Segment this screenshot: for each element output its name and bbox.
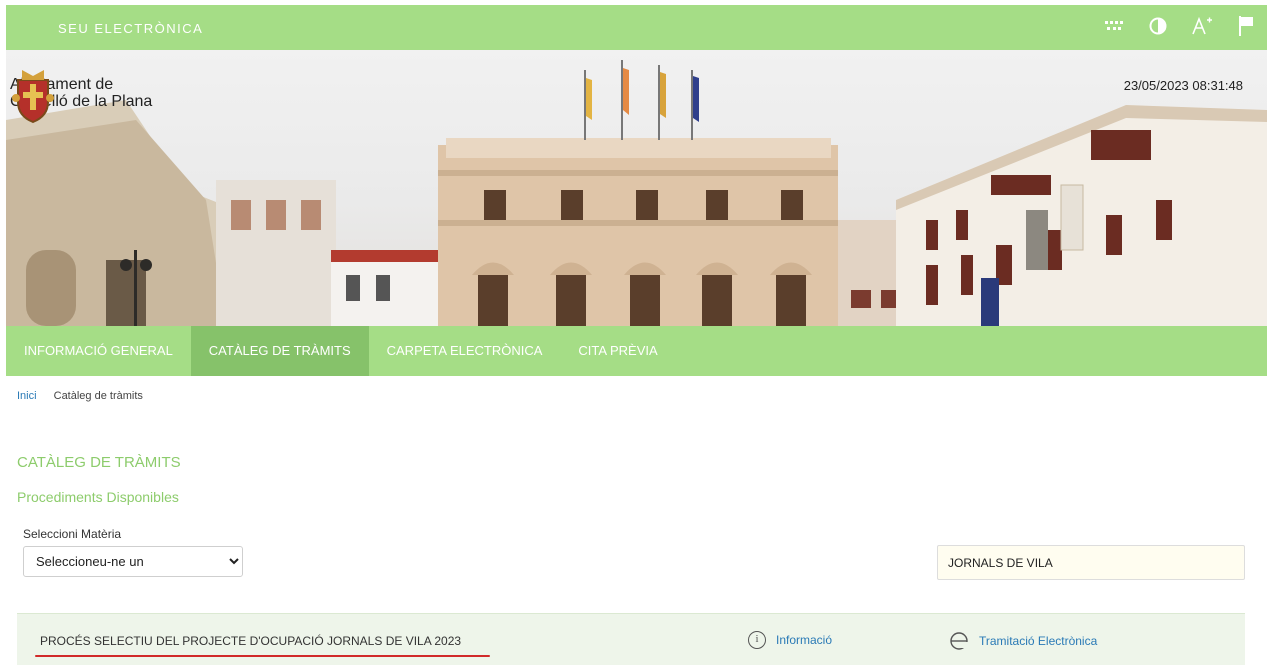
site-brand[interactable]: SEU ELECTRÒNICA [58, 21, 203, 36]
page-subtitle: Procediments Disponibles [17, 489, 179, 505]
date-time: 23/05/2023 08:31:48 [1123, 78, 1243, 93]
electronic-processing-label: Tramitació Electrònica [979, 634, 1098, 648]
nav-item-informacio-general[interactable]: INFORMACIÓ GENERAL [6, 326, 191, 376]
info-label: Informació [776, 633, 833, 647]
info-icon: i [748, 631, 766, 649]
breadcrumb-current: Catàleg de tràmits [53, 390, 143, 402]
top-bar: SEU ELECTRÒNICA [6, 5, 1267, 50]
flag-icon[interactable] [1233, 13, 1259, 39]
highlight-underline [35, 655, 490, 657]
council-logo[interactable]: Ajuntament de Castelló de la Plana [10, 68, 152, 124]
breadcrumb-home-link[interactable]: Inici [17, 390, 37, 402]
e-symbol-icon [950, 632, 968, 650]
procedure-title[interactable]: PROCÉS SELECTIU DEL PROJECTE D'OCUPACIÓ … [40, 634, 461, 648]
nav-item-cataleg-de-tramits[interactable]: CATÀLEG DE TRÀMITS [190, 326, 369, 376]
subject-select[interactable]: Seleccioneu-ne un [23, 546, 243, 577]
subject-select-label: Seleccioni Matèria [23, 527, 122, 541]
info-link[interactable]: i Informació [748, 631, 832, 649]
city-hall-illustration [6, 60, 1267, 326]
procedure-row: PROCÉS SELECTIU DEL PROJECTE D'OCUPACIÓ … [17, 613, 1245, 665]
electronic-processing-link[interactable]: Tramitació Electrònica [949, 631, 1097, 651]
accessibility-tools [1101, 13, 1259, 39]
hero-banner: Ajuntament de Castelló de la Plana 23/05… [6, 50, 1267, 326]
main-nav: INFORMACIÓ GENERAL CATÀLEG DE TRÀMITS CA… [6, 326, 1267, 376]
search-input[interactable] [937, 545, 1245, 580]
coat-of-arms-icon [12, 70, 54, 124]
page-title: CATÀLEG DE TRÀMITS [17, 454, 181, 471]
contrast-icon[interactable] [1145, 13, 1171, 39]
nav-item-carpeta-electronica[interactable]: CARPETA ELECTRÒNICA [369, 326, 561, 376]
font-size-icon[interactable] [1189, 13, 1215, 39]
breadcrumb: Inici Catàleg de tràmits [17, 390, 143, 402]
grid-dots-icon[interactable] [1101, 13, 1127, 39]
nav-item-cita-previa[interactable]: CITA PRÈVIA [560, 326, 675, 376]
